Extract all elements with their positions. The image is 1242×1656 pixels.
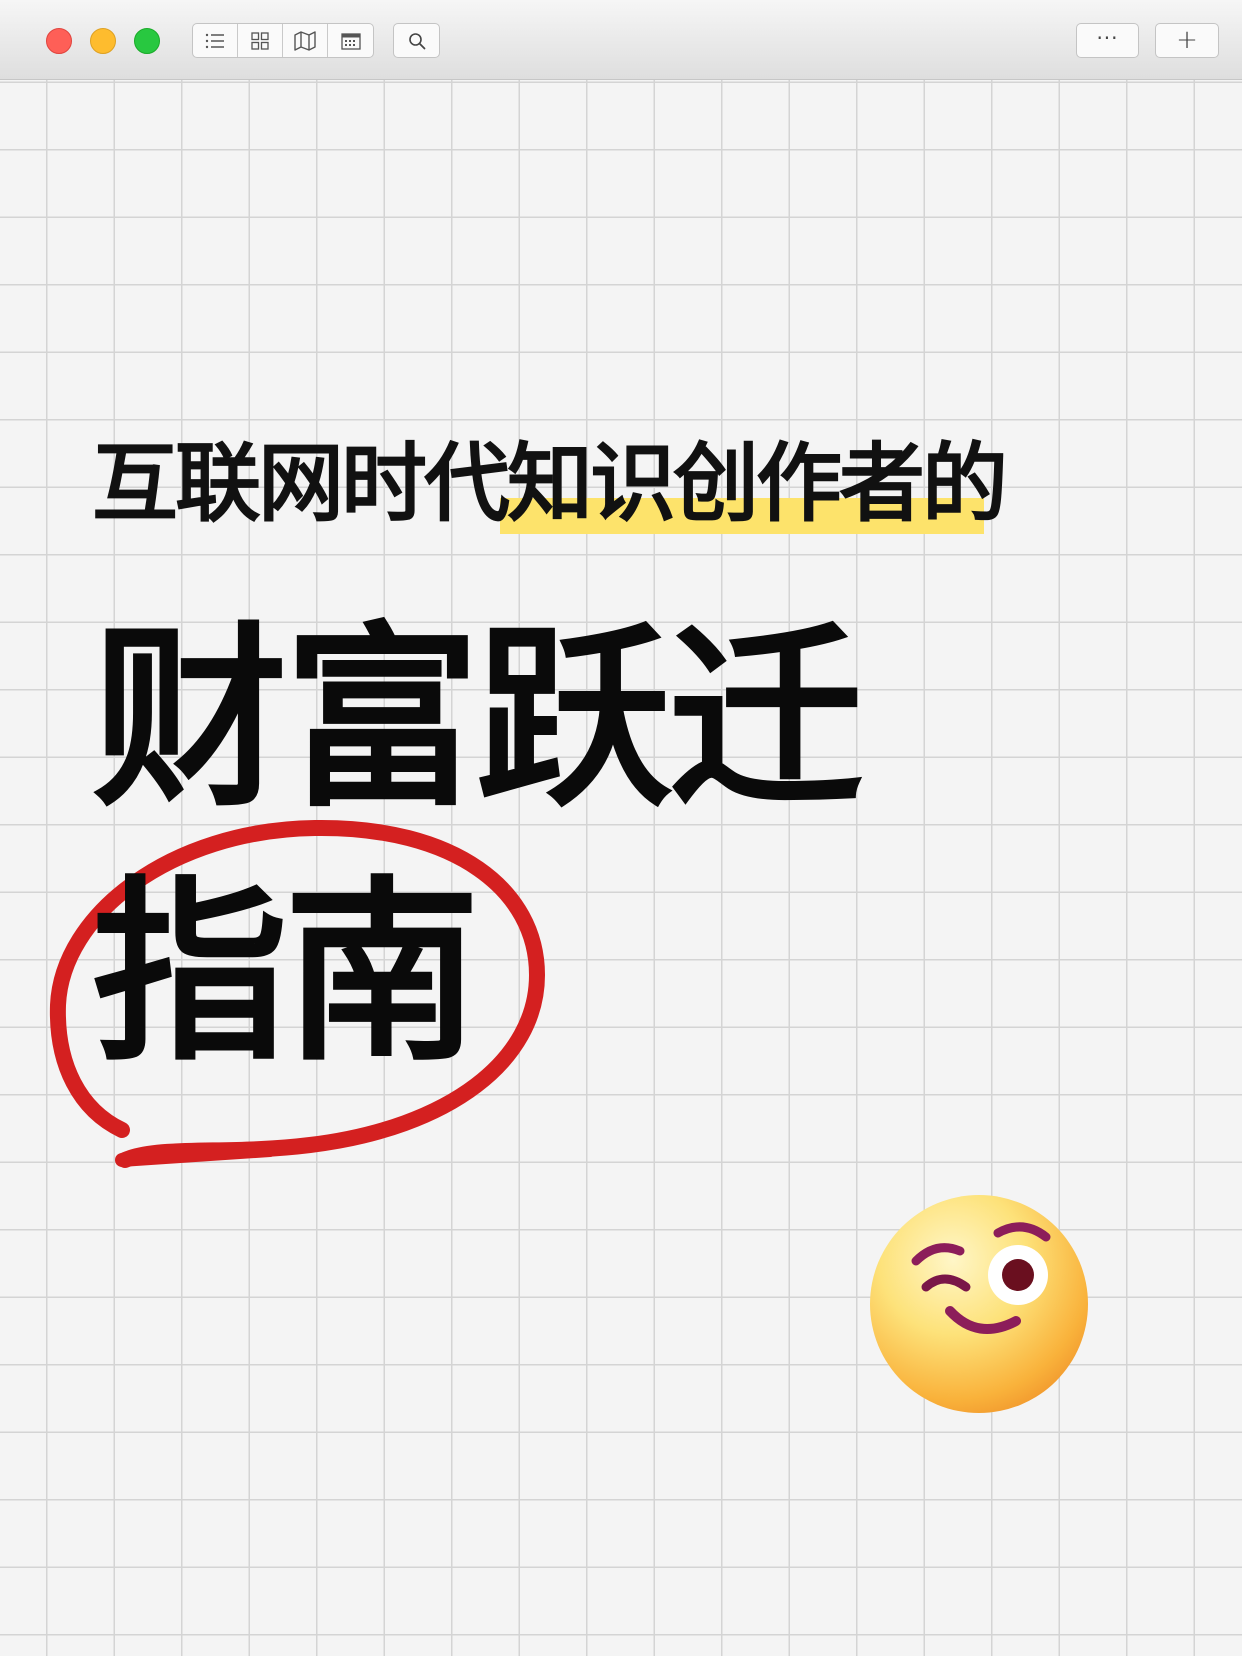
- add-note-button[interactable]: +: [1155, 23, 1219, 58]
- minimize-window-button[interactable]: [90, 28, 116, 54]
- window-toolbar: ··· +: [0, 0, 1242, 80]
- grid-icon: [251, 31, 269, 50]
- plus-icon: +: [1176, 24, 1198, 55]
- close-window-button[interactable]: [46, 28, 72, 54]
- search-icon: [408, 32, 425, 49]
- map-icon: [294, 30, 316, 51]
- map-view-button[interactable]: [283, 24, 328, 57]
- winking-face-icon: [870, 1195, 1088, 1413]
- view-mode-segmented-control: [192, 23, 374, 58]
- calendar-icon: [340, 32, 361, 50]
- list-view-button[interactable]: [193, 24, 238, 57]
- headline-line-3: 指南: [92, 860, 480, 1088]
- calendar-view-button[interactable]: [328, 24, 373, 57]
- grid-view-button[interactable]: [238, 24, 283, 57]
- more-options-button[interactable]: ···: [1076, 23, 1139, 58]
- headline-line-2: 财富跃迁: [92, 606, 864, 834]
- more-icon: ···: [1096, 25, 1119, 50]
- note-window: ··· + 互联网时代知识创作者的 财富跃迁 指南: [0, 0, 1242, 1656]
- list-icon: [205, 33, 224, 48]
- zoom-window-button[interactable]: [134, 28, 160, 54]
- headline-line-1: 互联网时代知识创作者的: [92, 434, 1008, 534]
- search-button[interactable]: [393, 23, 440, 58]
